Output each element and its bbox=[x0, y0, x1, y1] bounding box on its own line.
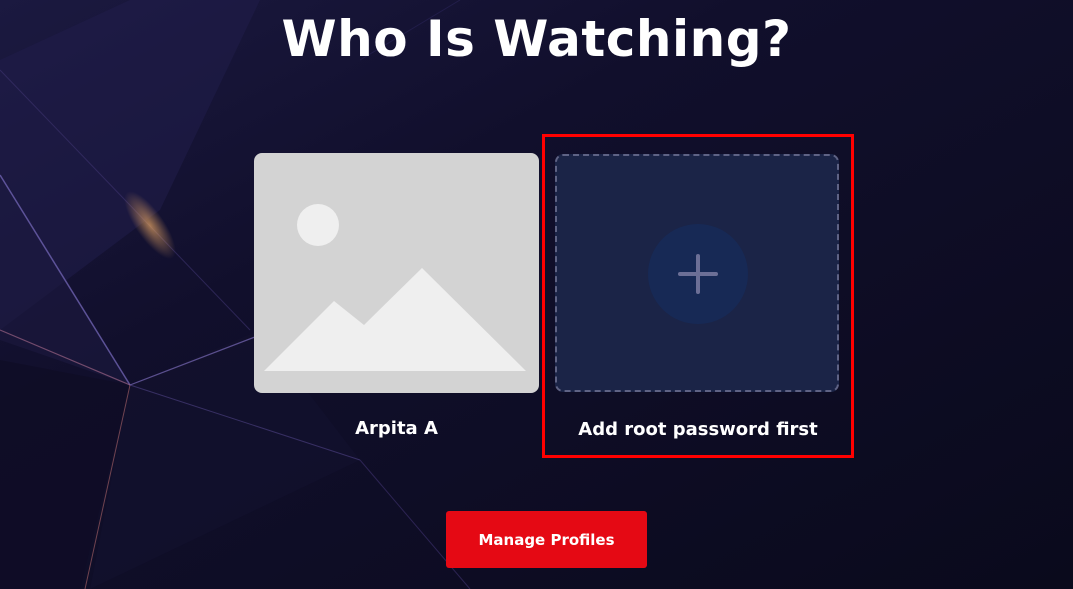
add-profile-card[interactable]: Add root password first bbox=[542, 134, 854, 458]
plus-icon bbox=[678, 254, 718, 294]
image-placeholder-icon bbox=[264, 204, 526, 371]
add-profile-tile[interactable] bbox=[555, 154, 839, 392]
plus-button[interactable] bbox=[648, 224, 748, 324]
add-profile-label: Add root password first bbox=[578, 419, 818, 440]
profile-name: Arpita A bbox=[355, 418, 438, 439]
page-title: Who Is Watching? bbox=[281, 10, 792, 68]
manage-profiles-button[interactable]: Manage Profiles bbox=[446, 511, 647, 568]
profile-card-arpita[interactable] bbox=[254, 153, 539, 393]
